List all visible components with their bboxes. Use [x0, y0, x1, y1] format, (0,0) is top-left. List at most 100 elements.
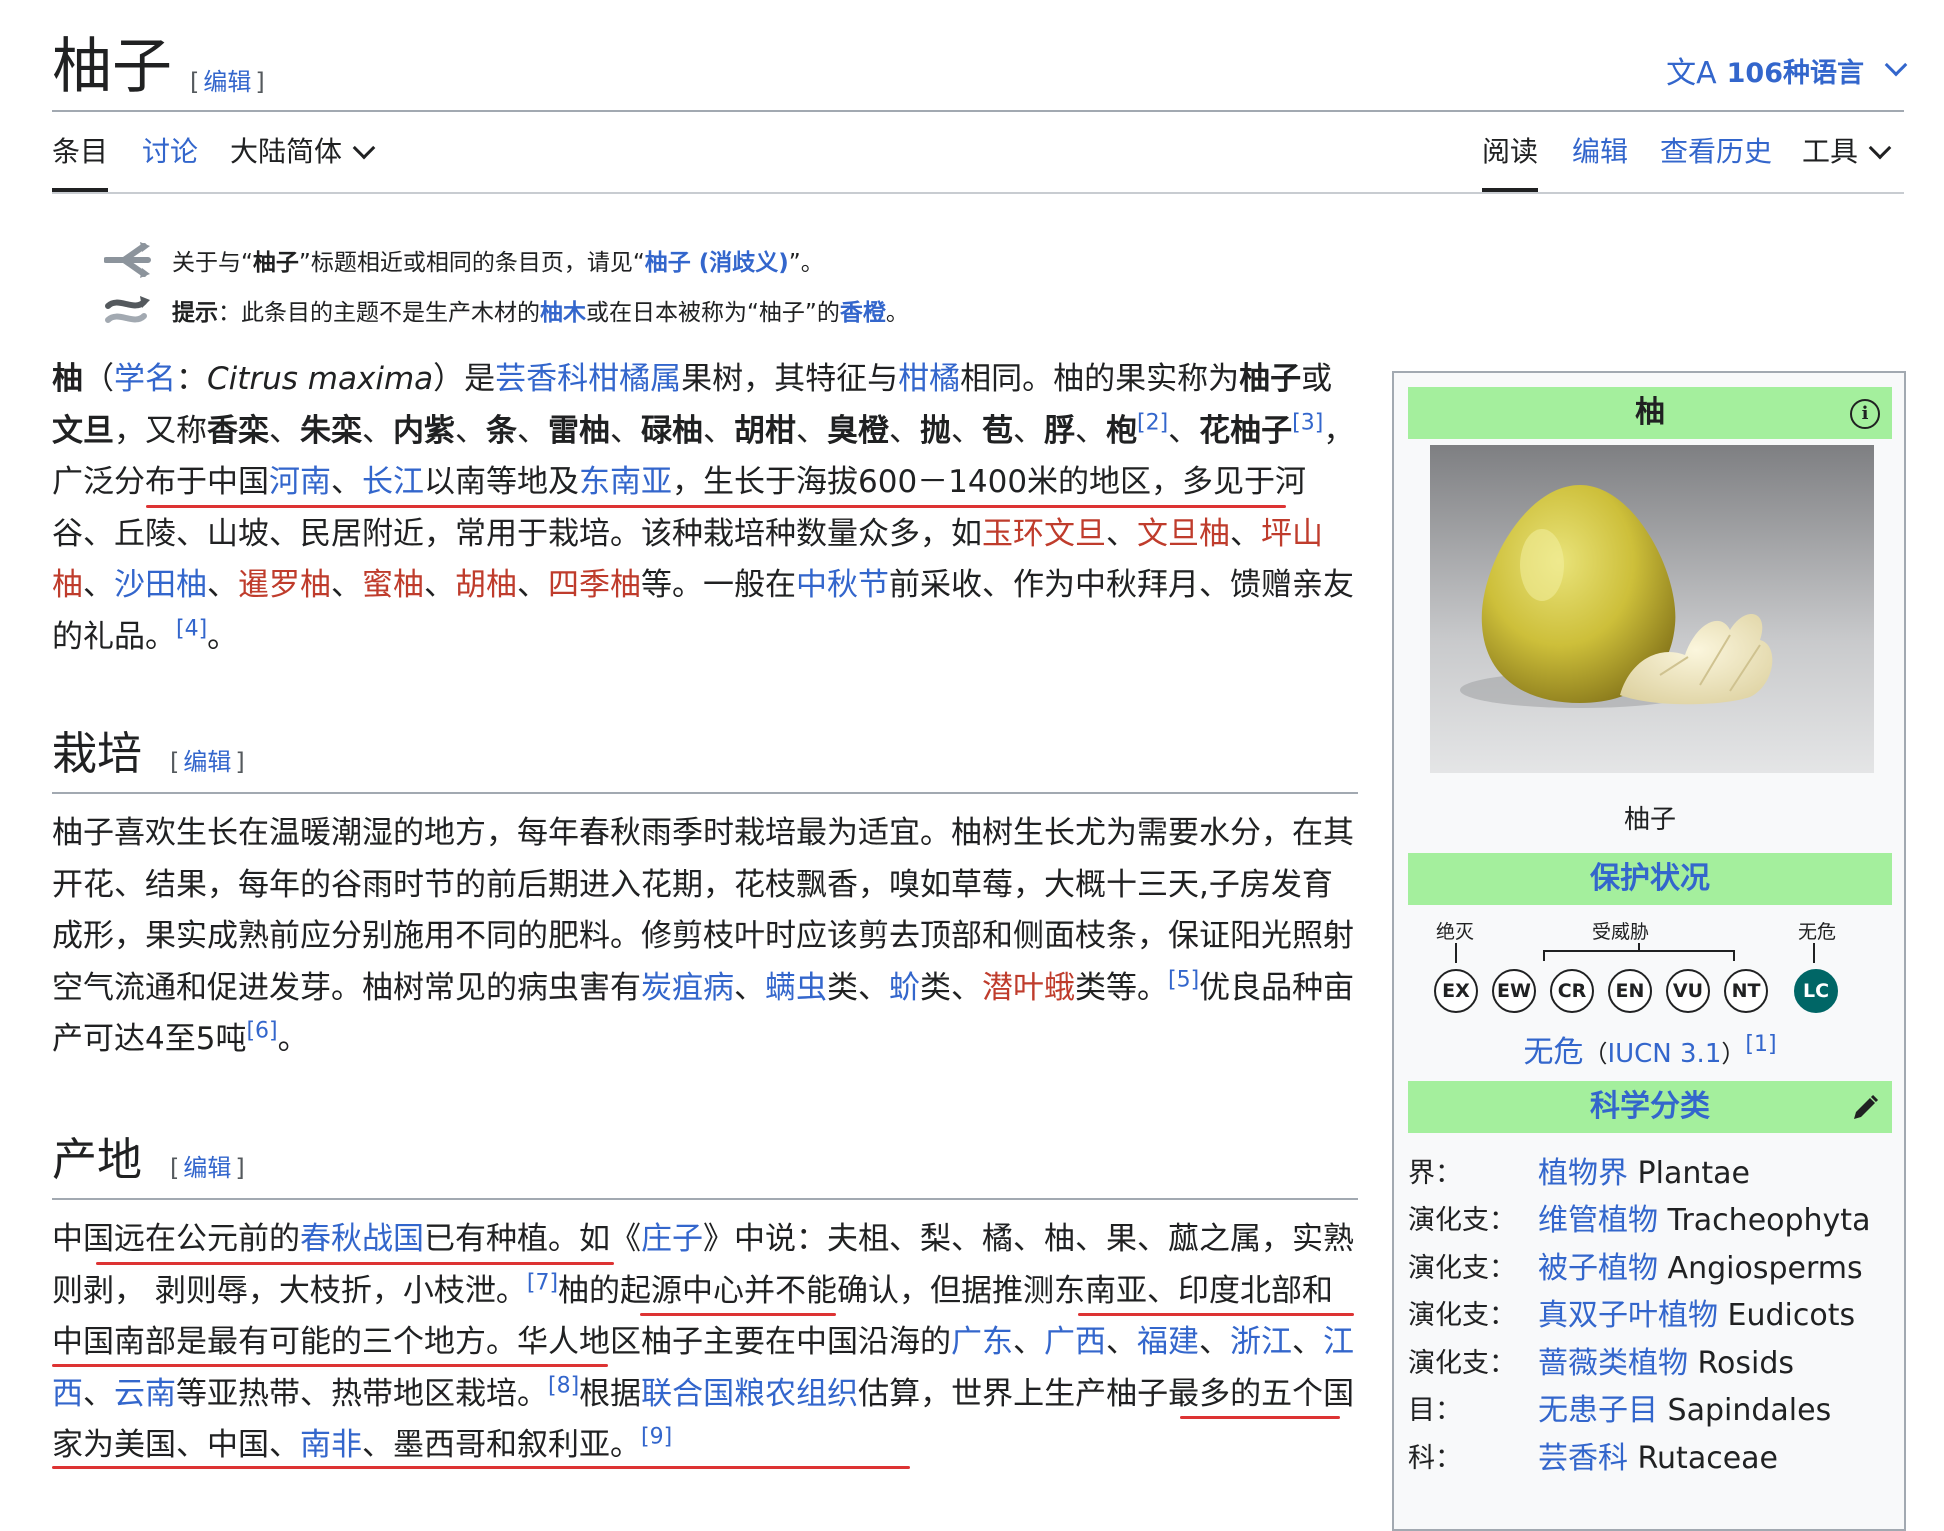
- teak-link[interactable]: 柚木: [540, 300, 586, 326]
- scale-insect-link[interactable]: 蚧: [889, 970, 920, 1006]
- conservation-status-text: 无危（IUCN 3.1）[1]: [1523, 1032, 1777, 1071]
- status-vu[interactable]: VU: [1666, 969, 1710, 1013]
- taxon-link[interactable]: 真双子叶植物: [1538, 1298, 1718, 1333]
- title-edit-link[interactable]: 编辑: [199, 68, 255, 96]
- cultivar-redlink[interactable]: 蜜柚: [362, 567, 424, 603]
- taxon-link[interactable]: 被子植物: [1538, 1251, 1658, 1286]
- section-edit-link[interactable]: 编辑: [179, 1154, 235, 1182]
- tab-article[interactable]: 条目: [52, 132, 109, 192]
- fujian-link[interactable]: 福建: [1137, 1324, 1199, 1360]
- tab-talk[interactable]: 讨论: [142, 132, 198, 188]
- variant-selector[interactable]: 大陆简体: [230, 132, 376, 188]
- south-africa-link[interactable]: 南非: [300, 1427, 362, 1463]
- hatnote-text-1: 关于与“柚子”标题相近或相同的条目页，请见“柚子 (消歧义)”。: [172, 250, 824, 276]
- yangtze-link[interactable]: 长江: [362, 464, 424, 500]
- language-selector[interactable]: 文A 106种语言: [1666, 48, 1908, 92]
- iucn-link[interactable]: IUCN 3.1: [1607, 1039, 1721, 1069]
- taxonomy-row: 演化支： 维管植物 Tracheophyta: [1408, 1203, 1871, 1238]
- section-title: 产地: [52, 1133, 143, 1186]
- least-concern-link[interactable]: 无危: [1523, 1035, 1583, 1070]
- mite-link[interactable]: 螨虫: [765, 970, 827, 1006]
- yunnan-link[interactable]: 云南: [114, 1376, 176, 1412]
- taxon-link[interactable]: 芸香科: [1538, 1441, 1628, 1476]
- tab-read[interactable]: 阅读: [1482, 132, 1539, 192]
- label-extinct: 绝灭: [1436, 921, 1475, 943]
- rutaceae-link[interactable]: 芸香科: [495, 361, 588, 397]
- pomelo-image[interactable]: [1430, 445, 1874, 773]
- status-cr[interactable]: CR: [1550, 969, 1594, 1013]
- shatian-pomelo-link[interactable]: 沙田柚: [114, 567, 207, 603]
- citrus-genus-link[interactable]: 柑橘属: [588, 361, 681, 397]
- reference-link[interactable]: [6]: [246, 1019, 277, 1044]
- hatnote-disambiguation: 关于与“柚子”标题相近或相同的条目页，请见“柚子 (消歧义)”。: [104, 240, 824, 280]
- status-ex[interactable]: EX: [1434, 969, 1478, 1013]
- tab-history[interactable]: 查看历史: [1660, 132, 1772, 188]
- fao-link[interactable]: 联合国粮农组织: [641, 1376, 858, 1412]
- anthracnose-link[interactable]: 炭疽病: [641, 970, 734, 1006]
- hatnote-distinguish: 提示：此条目的主题不是生产木材的柚木或在日本被称为“柚子”的香橙。: [104, 290, 909, 330]
- reference-link[interactable]: [4]: [176, 616, 207, 641]
- image-caption: 柚子: [1623, 805, 1676, 835]
- yuzu-link[interactable]: 香橙: [840, 300, 886, 326]
- reference-link[interactable]: [5]: [1168, 967, 1199, 992]
- taxonomy-row: 演化支： 蔷薇类植物 Rosids: [1408, 1346, 1795, 1381]
- annotation-underline: [96, 1262, 614, 1265]
- taxonomy-row: 科： 芸香科 Rutaceae: [1408, 1441, 1778, 1476]
- disambiguation-link[interactable]: 柚子 (消歧义): [645, 250, 789, 276]
- status-en[interactable]: EN: [1608, 969, 1652, 1013]
- reference-link[interactable]: [2]: [1137, 410, 1168, 435]
- scientific-name-link[interactable]: 学名: [114, 361, 176, 397]
- taxonomy-heading: 科学分类: [1408, 1081, 1892, 1133]
- tools-label: 工具: [1802, 135, 1859, 168]
- spring-autumn-link[interactable]: 春秋战国: [300, 1221, 424, 1257]
- reference-link[interactable]: [3]: [1292, 410, 1323, 435]
- zhejiang-link[interactable]: 浙江: [1230, 1324, 1292, 1360]
- distinguish-icon: [105, 296, 150, 323]
- cultivar-redlink[interactable]: 玉环文旦: [982, 516, 1106, 552]
- reference-link[interactable]: [7]: [527, 1270, 558, 1295]
- title-edit-section: [编辑]: [190, 68, 265, 96]
- reference-link[interactable]: [8]: [548, 1373, 579, 1398]
- citrus-link[interactable]: 柑橘: [898, 361, 960, 397]
- label-least-concern: 无危: [1798, 921, 1837, 943]
- section-heading-origin: 产地 [编辑]: [52, 1128, 1358, 1200]
- section-heading-cultivation: 栽培 [编辑]: [52, 722, 1358, 794]
- southeast-asia-link[interactable]: 东南亚: [579, 464, 672, 500]
- tools-menu[interactable]: 工具: [1802, 132, 1892, 188]
- leafminer-redlink[interactable]: 潜叶蛾: [982, 970, 1075, 1006]
- taxon-link[interactable]: 蔷薇类植物: [1538, 1346, 1688, 1381]
- infobox-title: 柚 i: [1408, 387, 1892, 439]
- guangxi-link[interactable]: 广西: [1044, 1324, 1106, 1360]
- chevron-down-icon: [352, 136, 376, 160]
- conservation-status-heading[interactable]: 保护状况: [1408, 853, 1892, 905]
- tab-edit[interactable]: 编辑: [1572, 132, 1628, 188]
- zhuangzi-link[interactable]: 庄子: [641, 1221, 703, 1257]
- cultivar-redlink[interactable]: 四季柚: [548, 567, 641, 603]
- status-lc[interactable]: LC: [1794, 969, 1838, 1013]
- reference-link[interactable]: [9]: [641, 1425, 672, 1450]
- edit-pencil-icon[interactable]: [1850, 1093, 1880, 1123]
- section-edit: [编辑]: [170, 1154, 245, 1182]
- section-edit: [编辑]: [170, 748, 245, 776]
- taxon-link[interactable]: 维管植物: [1538, 1203, 1658, 1238]
- guangdong-link[interactable]: 广东: [951, 1324, 1013, 1360]
- status-nt[interactable]: NT: [1724, 969, 1768, 1013]
- status-scale-bracket: [1455, 943, 1815, 963]
- reference-link[interactable]: [1]: [1745, 1032, 1776, 1057]
- henan-link[interactable]: 河南: [269, 464, 331, 500]
- annotation-underline: [640, 1313, 836, 1316]
- taxon-link[interactable]: 植物界: [1538, 1156, 1628, 1191]
- cultivar-redlink[interactable]: 暹罗柚: [238, 567, 331, 603]
- mid-autumn-link[interactable]: 中秋节: [796, 567, 889, 603]
- annotation-underline: [52, 1466, 910, 1469]
- section-edit-link[interactable]: 编辑: [179, 748, 235, 776]
- taxonomy-row: 演化支： 被子植物 Angiosperms: [1408, 1251, 1863, 1286]
- info-icon[interactable]: i: [1850, 399, 1880, 429]
- taxonomy-link[interactable]: 科学分类: [1590, 1089, 1710, 1124]
- status-ew[interactable]: EW: [1492, 969, 1536, 1013]
- taxon-link[interactable]: 无患子目: [1538, 1393, 1658, 1428]
- cultivar-redlink[interactable]: 胡柚: [455, 567, 517, 603]
- taxonomy-row: 界： 植物界 Plantae: [1408, 1156, 1750, 1191]
- cultivar-redlink[interactable]: 文旦柚: [1137, 516, 1230, 552]
- label-threatened: 受威胁: [1592, 921, 1650, 943]
